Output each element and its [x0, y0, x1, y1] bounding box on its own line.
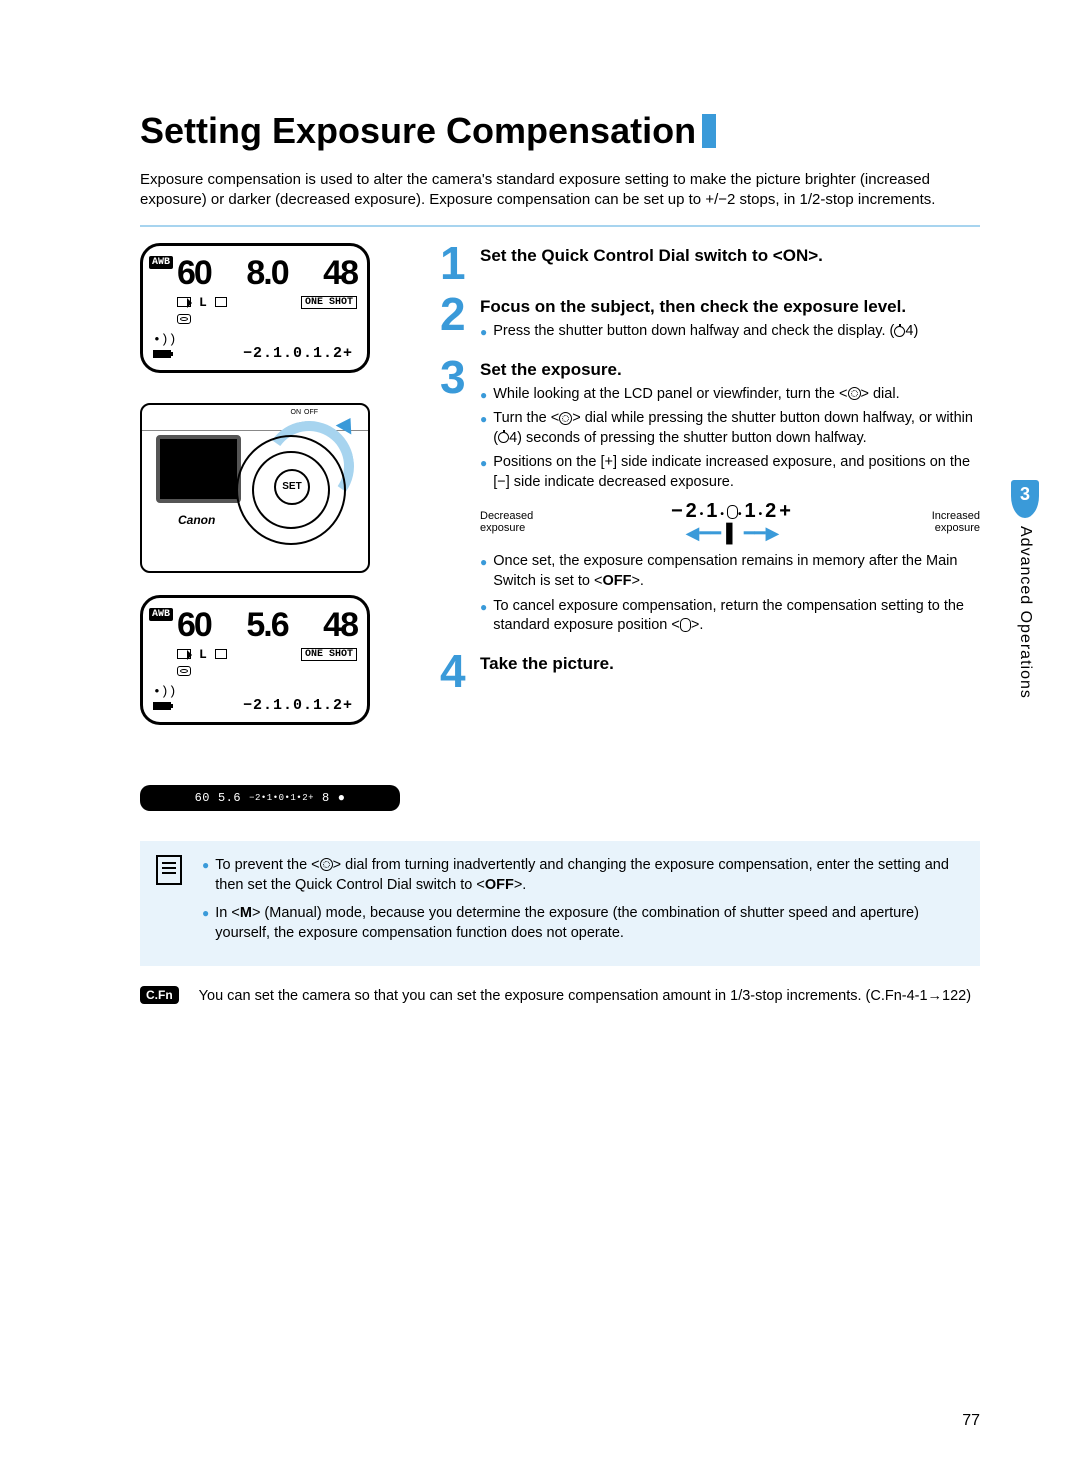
ev-zero-icon — [727, 505, 738, 519]
step-2-title: Focus on the subject, then check the exp… — [480, 296, 980, 318]
timer-icon — [894, 326, 905, 337]
notes-box: To prevent the <> dial from turning inad… — [140, 841, 980, 966]
step-number-4: 4 — [440, 651, 474, 692]
ev-scale-graphic: −2•1••1•2+ — [541, 500, 923, 523]
oneshot-badge: ONE SHOT — [301, 648, 357, 661]
oneshot-badge: ONE SHOT — [301, 296, 357, 309]
camera-diagram: ON OFF SET Canon — [140, 403, 370, 573]
step-3-bullet-4: Once set, the exposure compensation rema… — [480, 552, 980, 591]
decreased-exposure-label: Decreased exposure — [480, 510, 533, 534]
lcd2-aperture: 5.6 — [246, 606, 287, 645]
step-2-bullet-1: Press the shutter button down halfway an… — [480, 322, 980, 342]
step-3-bullet-3: Positions on the [+] side indicate incre… — [480, 453, 980, 492]
vf-aperture: 5.6 — [218, 791, 241, 805]
beep-icon: •)) — [153, 332, 176, 347]
step-4-title: Take the picture. — [480, 653, 980, 675]
step-3-bullet-1: While looking at the LCD panel or viewfi… — [480, 385, 980, 405]
awb-badge: AWB — [149, 256, 173, 269]
camera-screen-icon — [156, 435, 241, 503]
battery-icon — [153, 350, 171, 358]
step-1-title: Set the Quick Control Dial switch to <ON… — [480, 245, 980, 267]
intro-paragraph: Exposure compensation is used to alter t… — [140, 170, 980, 211]
chapter-label: Advanced Operations — [1016, 526, 1034, 699]
drive-icon — [215, 297, 227, 307]
chapter-tab: 3 Advanced Operations — [1010, 480, 1040, 780]
switch-on-label: ON — [291, 409, 302, 416]
arrow-right-icon: ━━▶ — [744, 523, 780, 543]
vf-shutter: 60 — [195, 791, 210, 805]
camera-brand: Canon — [178, 513, 215, 527]
step-3-bullet-2: Turn the <> dial while pressing the shut… — [480, 409, 980, 448]
step-3-bullet-5: To cancel exposure compensation, return … — [480, 597, 980, 636]
lcd2-shutter: 60 — [177, 606, 211, 645]
quality-l: L — [199, 647, 207, 662]
vf-focus-dot-icon: ● — [338, 791, 346, 805]
page-number: 77 — [962, 1412, 980, 1430]
chapter-number: 3 — [1011, 480, 1039, 518]
viewfinder-strip: 60 5.6 −2•1•0•1•2+ 8 ● — [140, 785, 400, 811]
step-3-title: Set the exposure. — [480, 359, 980, 381]
raw-icon — [177, 297, 191, 307]
step-number-2: 2 — [440, 294, 474, 347]
lcd1-shots: 48 — [323, 254, 357, 293]
lcd1-shutter: 60 — [177, 254, 211, 293]
set-button-icon: SET — [274, 469, 310, 505]
ev-zero-icon — [680, 618, 691, 632]
dial-icon — [848, 387, 861, 400]
timer-icon — [498, 432, 509, 443]
note-doc-icon — [156, 855, 182, 885]
note-2: In <M> (Manual) mode, because you determ… — [202, 903, 964, 944]
cfn-text: You can set the camera so that you can s… — [199, 986, 971, 1006]
dial-icon — [559, 412, 572, 425]
beep-icon: •)) — [153, 684, 176, 699]
cfn-badge: C.Fn — [140, 986, 179, 1004]
lcd2-ev-scale: −2.1.0.1.2+ — [243, 697, 353, 714]
drive-icon — [215, 649, 227, 659]
lcd-panel-2: AWB 60 5.6 48 L ONE SHOT •)) −2.1.0.1.2+ — [140, 595, 370, 725]
dial-icon — [320, 858, 333, 871]
switch-off-label: OFF — [304, 409, 318, 416]
lcd2-shots: 48 — [323, 606, 357, 645]
note-1: To prevent the <> dial from turning inad… — [202, 855, 964, 896]
step-number-3: 3 — [440, 357, 474, 641]
lcd1-ev-scale: −2.1.0.1.2+ — [243, 345, 353, 362]
battery-icon — [153, 702, 171, 710]
raw-icon — [177, 649, 191, 659]
metering-icon — [177, 314, 191, 324]
lcd1-aperture: 8.0 — [246, 254, 287, 293]
metering-icon — [177, 666, 191, 676]
vf-scale: −2•1•0•1•2+ — [249, 793, 314, 803]
awb-badge: AWB — [149, 608, 173, 621]
increased-exposure-label: Increased exposure — [932, 510, 980, 534]
lcd-panel-1: AWB 60 8.0 48 L ONE SHOT •)) −2.1.0.1.2+ — [140, 243, 370, 373]
page-title: Setting Exposure Compensation — [140, 110, 696, 152]
quality-l: L — [199, 295, 207, 310]
title-marker-icon — [702, 114, 716, 148]
divider — [140, 225, 980, 227]
vf-shots: 8 — [322, 791, 330, 805]
step-number-1: 1 — [440, 243, 474, 284]
arrow-left-icon: ◀━━ — [686, 523, 722, 543]
